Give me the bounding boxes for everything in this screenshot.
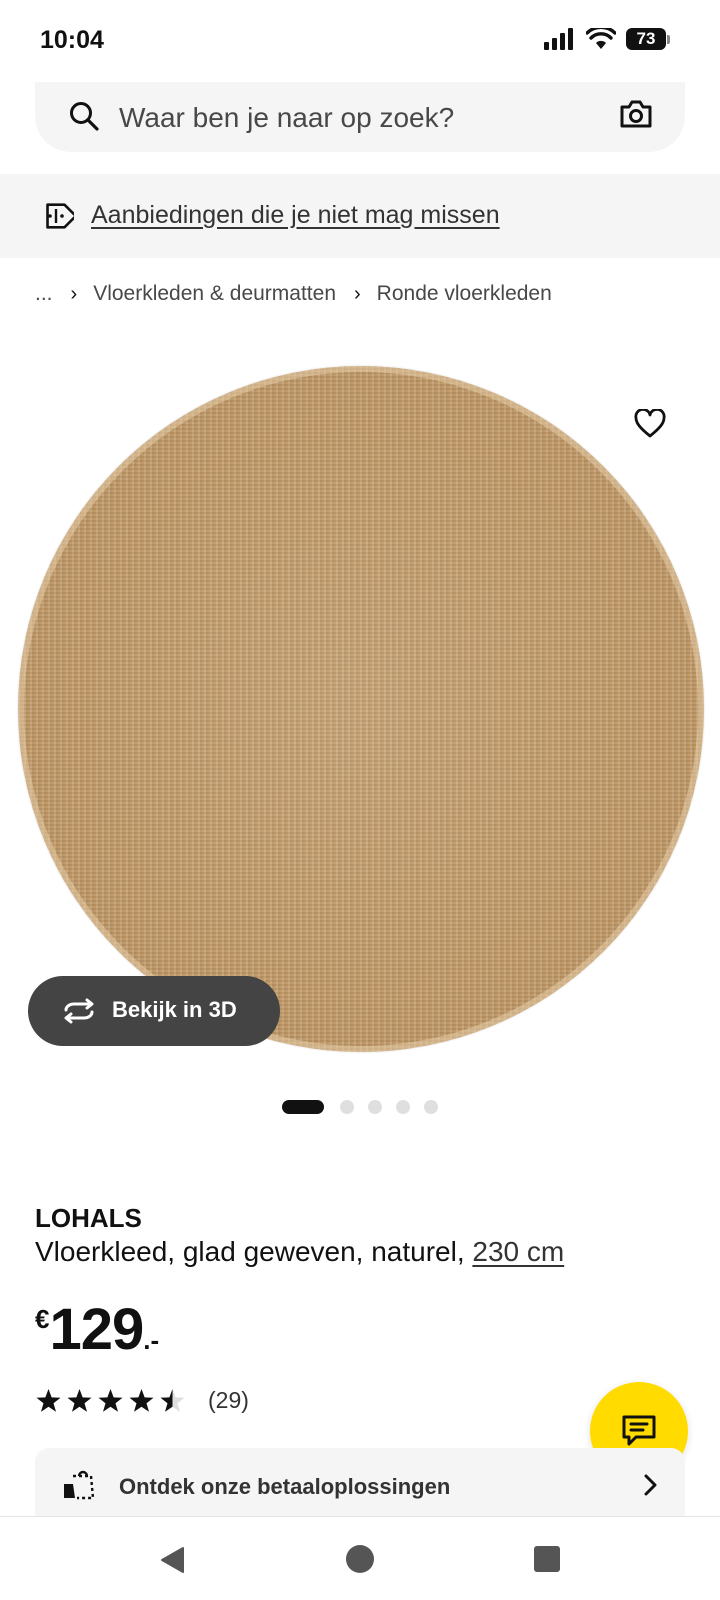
status-time: 10:04 [40,26,104,54]
rotate-3d-icon [64,998,94,1024]
home-icon[interactable] [346,1545,374,1573]
product-image[interactable] [18,366,704,1052]
camera-icon[interactable] [619,98,653,130]
rating-stars [35,1388,190,1414]
product-rating[interactable]: (29) [35,1387,249,1414]
breadcrumb-item-rugs-doormats[interactable]: Vloerkleden & deurmatten [93,282,336,306]
star-icon [160,1388,185,1412]
star-icon [129,1388,154,1412]
favorite-button[interactable] [630,404,670,444]
back-icon[interactable] [158,1545,186,1575]
system-nav-bar [0,1516,720,1600]
payment-banner[interactable]: Ontdek onze betaaloplossingen [35,1448,685,1518]
signal-icon [544,28,573,50]
carousel-dot[interactable] [424,1100,438,1114]
product-description-text: Vloerkleed, glad geweven, naturel, [35,1236,473,1267]
carousel-dot[interactable] [368,1100,382,1114]
breadcrumb-item-round-rugs[interactable]: Ronde vloerkleden [377,282,552,306]
breadcrumb: ... › Vloerkleden & deurmatten › Ronde v… [35,282,552,306]
search-bar[interactable]: Waar ben je naar op zoek? [35,82,685,152]
battery-indicator: 73 [626,28,670,50]
status-icons: 73 [544,28,670,50]
chevron-right-icon: › [354,282,361,305]
status-bar: 10:04 73 [0,0,720,84]
wifi-icon [586,28,616,49]
recents-icon[interactable] [534,1546,560,1572]
price-amount: 129 [49,1297,144,1362]
carousel-dot-active[interactable] [282,1100,324,1114]
carousel-dots [0,1100,720,1114]
chat-icon [622,1415,656,1446]
search-icon [70,102,99,131]
star-icon [67,1388,92,1412]
price-currency: € [35,1304,50,1334]
search-input[interactable]: Waar ben je naar op zoek? [119,102,454,134]
price-decimals: .- [143,1325,160,1355]
price-tag-icon [46,203,74,229]
chevron-right-icon: › [70,282,78,305]
offers-banner[interactable]: Aanbiedingen die je niet mag missen [0,174,720,258]
product-size-link[interactable]: 230 cm [472,1236,564,1267]
chevron-right-icon [644,1474,657,1496]
carousel-dot[interactable] [340,1100,354,1114]
rug-image [18,366,704,1052]
breadcrumb-item-ellipsis[interactable]: ... [35,282,53,306]
product-name: LOHALS [35,1203,142,1233]
payment-icon [64,1470,95,1500]
offers-link[interactable]: Aanbiedingen die je niet mag missen [91,201,500,230]
carousel-dot[interactable] [396,1100,410,1114]
payment-label: Ontdek onze betaaloplossingen [119,1474,451,1499]
product-price: €129.- [35,1296,159,1363]
battery-tip [667,34,670,44]
view-3d-button[interactable]: Bekijk in 3D [28,976,280,1046]
battery-level: 73 [626,28,666,50]
view-3d-label: Bekijk in 3D [112,997,237,1022]
star-icon [98,1388,123,1412]
star-icon [36,1388,61,1412]
heart-icon [634,409,666,438]
product-description: Vloerkleed, glad geweven, naturel, 230 c… [35,1236,564,1268]
review-count[interactable]: (29) [208,1387,249,1414]
